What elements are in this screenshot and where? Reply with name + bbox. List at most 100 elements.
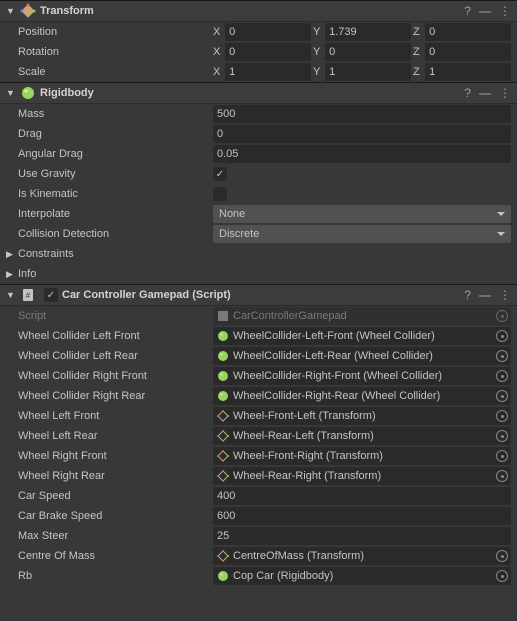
rb-field[interactable]: Cop Car (Rigidbody): [213, 567, 511, 585]
object-picker-icon[interactable]: [495, 449, 509, 463]
rigidbody-ref-icon: [217, 570, 229, 582]
mass-input[interactable]: [213, 105, 511, 123]
centre-of-mass-field[interactable]: CentreOfMass (Transform): [213, 547, 511, 565]
mass-label: Mass: [18, 108, 213, 120]
rb-label: Rb: [18, 570, 213, 582]
object-field-value: Wheel-Rear-Left (Transform): [233, 430, 507, 442]
field-label: Wheel Right Front: [18, 450, 213, 462]
gameobject-ref-icon: [217, 370, 229, 382]
field-label: Wheel Collider Right Rear: [18, 390, 213, 402]
object-field[interactable]: WheelCollider-Left-Front (Wheel Collider…: [213, 327, 511, 345]
help-icon[interactable]: ?: [464, 288, 471, 302]
menu-icon[interactable]: ⋮: [499, 4, 511, 18]
drag-label: Drag: [18, 128, 213, 140]
field-label: Wheel Collider Right Front: [18, 370, 213, 382]
use-gravity-label: Use Gravity: [18, 168, 213, 180]
object-field[interactable]: WheelCollider-Left-Rear (Wheel Collider): [213, 347, 511, 365]
number-input[interactable]: [213, 527, 511, 545]
preset-icon[interactable]: ⎯⎯: [479, 4, 491, 19]
drag-input[interactable]: [213, 125, 511, 143]
scale-z-input[interactable]: [425, 63, 511, 81]
menu-icon[interactable]: ⋮: [499, 288, 511, 302]
position-x-input[interactable]: [225, 23, 311, 41]
position-y-input[interactable]: [325, 23, 411, 41]
fold-icon[interactable]: ▼: [6, 88, 16, 98]
object-field-value: WheelCollider-Left-Rear (Wheel Collider): [233, 350, 507, 362]
object-picker-icon[interactable]: [495, 409, 509, 423]
preset-icon[interactable]: ⎯⎯: [479, 86, 491, 101]
object-field-value: WheelCollider-Left-Front (Wheel Collider…: [233, 330, 507, 342]
field-label: Wheel Left Rear: [18, 430, 213, 442]
field-label: Wheel Collider Left Front: [18, 330, 213, 342]
preset-icon[interactable]: ⎯⎯: [479, 288, 491, 303]
object-picker-icon[interactable]: [495, 569, 509, 583]
object-picker-icon[interactable]: [495, 369, 509, 383]
angular-drag-input[interactable]: [213, 145, 511, 163]
gameobject-ref-icon: [217, 330, 229, 342]
menu-icon[interactable]: ⋮: [499, 86, 511, 100]
object-picker-icon[interactable]: [495, 549, 509, 563]
object-field-value: Wheel-Front-Right (Transform): [233, 450, 507, 462]
rigidbody-header[interactable]: ▼ Rigidbody ? ⎯⎯ ⋮: [0, 82, 517, 104]
collision-detection-dropdown[interactable]: Discrete: [213, 225, 511, 243]
chevron-right-icon: ▶: [6, 269, 18, 280]
scale-y-input[interactable]: [325, 63, 411, 81]
chevron-right-icon: ▶: [6, 249, 18, 260]
position-z-input[interactable]: [425, 23, 511, 41]
transform-icon: [20, 3, 36, 19]
number-input[interactable]: [213, 507, 511, 525]
constraints-foldout[interactable]: ▶ Constraints: [0, 244, 517, 264]
object-field[interactable]: Wheel-Front-Right (Transform): [213, 447, 511, 465]
object-picker-icon[interactable]: [495, 429, 509, 443]
info-foldout[interactable]: ▶ Info: [0, 264, 517, 284]
scale-x-input[interactable]: [225, 63, 311, 81]
rotation-z-input[interactable]: [425, 43, 511, 61]
object-picker-icon[interactable]: [495, 389, 509, 403]
axis-y-label: Y: [313, 26, 325, 38]
object-field[interactable]: Wheel-Rear-Right (Transform): [213, 467, 511, 485]
object-field[interactable]: WheelCollider-Right-Rear (Wheel Collider…: [213, 387, 511, 405]
script-asset-icon: [217, 310, 229, 322]
rotation-y-input[interactable]: [325, 43, 411, 61]
info-label: Info: [18, 268, 36, 280]
interpolate-dropdown[interactable]: None: [213, 205, 511, 223]
script-field-label: Script: [18, 310, 213, 322]
rotation-x-input[interactable]: [225, 43, 311, 61]
rigidbody-title: Rigidbody: [40, 87, 464, 99]
object-field-value: WheelCollider-Right-Rear (Wheel Collider…: [233, 390, 507, 402]
object-field[interactable]: Wheel-Rear-Left (Transform): [213, 427, 511, 445]
transform-ref-icon: [217, 550, 229, 562]
object-field[interactable]: WheelCollider-Right-Front (Wheel Collide…: [213, 367, 511, 385]
help-icon[interactable]: ?: [464, 4, 471, 18]
transform-header[interactable]: ▼ Transform ? ⎯⎯ ⋮: [0, 0, 517, 22]
centre-of-mass-label: Centre Of Mass: [18, 550, 213, 562]
object-field-value: Wheel-Front-Left (Transform): [233, 410, 507, 422]
transform-ref-icon: [217, 470, 229, 482]
script-icon: #: [20, 287, 36, 303]
rotation-row: Rotation X Y Z: [0, 42, 517, 62]
object-picker-icon[interactable]: [495, 329, 509, 343]
script-header[interactable]: ▼ # Car Controller Gamepad (Script) ? ⎯⎯…: [0, 284, 517, 306]
object-picker-icon: [495, 309, 509, 323]
transform-ref-icon: [217, 410, 229, 422]
axis-x-label: X: [213, 26, 225, 38]
script-field: CarControllerGamepad: [213, 307, 511, 325]
field-label: Wheel Right Rear: [18, 470, 213, 482]
fold-icon[interactable]: ▼: [6, 290, 16, 300]
script-enabled-checkbox[interactable]: [44, 288, 58, 302]
object-picker-icon[interactable]: [495, 349, 509, 363]
transform-ref-icon: [217, 430, 229, 442]
field-label: Car Speed: [18, 490, 213, 502]
object-field[interactable]: Wheel-Front-Left (Transform): [213, 407, 511, 425]
transform-title: Transform: [40, 5, 464, 17]
is-kinematic-checkbox[interactable]: [213, 187, 227, 201]
number-input[interactable]: [213, 487, 511, 505]
scale-row: Scale X Y Z: [0, 62, 517, 82]
field-label: Wheel Left Front: [18, 410, 213, 422]
fold-icon[interactable]: ▼: [6, 6, 16, 16]
help-icon[interactable]: ?: [464, 86, 471, 100]
object-picker-icon[interactable]: [495, 469, 509, 483]
use-gravity-checkbox[interactable]: [213, 167, 227, 181]
gameobject-ref-icon: [217, 350, 229, 362]
interpolate-label: Interpolate: [18, 208, 213, 220]
